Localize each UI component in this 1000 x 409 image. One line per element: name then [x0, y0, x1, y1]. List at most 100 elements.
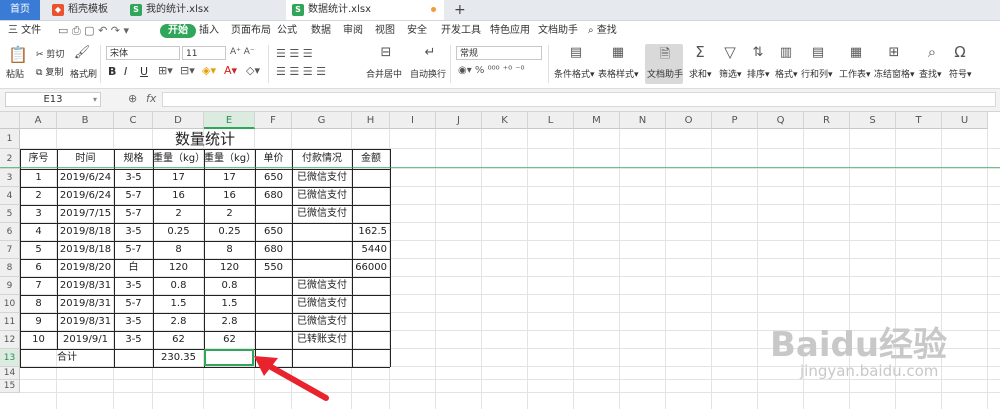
data-cell[interactable]: 3-5	[114, 331, 153, 349]
data-cell[interactable]: 2	[153, 205, 204, 223]
menu-doc-assistant[interactable]: 文档助手	[538, 21, 578, 41]
data-cell[interactable]: 0.8	[204, 277, 255, 295]
column-header-U[interactable]: U	[942, 112, 988, 129]
data-cell[interactable]: 2019/7/15	[57, 205, 114, 223]
column-header-S[interactable]: S	[850, 112, 896, 129]
column-header-L[interactable]: L	[528, 112, 574, 129]
row-header-1[interactable]: 1	[0, 129, 20, 149]
row-header-6[interactable]: 6	[0, 223, 20, 241]
number-format-icons[interactable]: ◉▾ % ⁰⁰⁰ ⁺⁰ ⁻⁰	[458, 65, 525, 76]
row-header-7[interactable]: 7	[0, 241, 20, 259]
data-cell[interactable]: 162.5	[352, 223, 390, 241]
format-painter-icon[interactable]: 🖌	[72, 45, 92, 60]
data-cell[interactable]: 1.5	[153, 295, 204, 313]
column-header-I[interactable]: I	[390, 112, 436, 129]
zoom-icon[interactable]: ⊕	[128, 92, 137, 105]
row-header-15[interactable]: 15	[0, 380, 20, 393]
data-cell[interactable]: 3	[20, 205, 57, 223]
select-all-corner[interactable]	[0, 112, 20, 129]
format-button[interactable]: 格式▾	[775, 67, 798, 80]
data-cell[interactable]: 680	[255, 241, 292, 259]
column-header-N[interactable]: N	[620, 112, 666, 129]
header-cell[interactable]: 规格	[114, 149, 153, 169]
column-header-A[interactable]: A	[20, 112, 57, 129]
clear-format-icon[interactable]: ◇▾	[246, 64, 260, 77]
formula-input[interactable]	[162, 92, 996, 107]
column-header-E[interactable]: E	[204, 112, 255, 129]
menu-data[interactable]: 数据	[311, 21, 331, 41]
data-cell[interactable]: 9	[20, 313, 57, 331]
column-header-M[interactable]: M	[574, 112, 620, 129]
align-horizontal-icons[interactable]: ☰ ☰ ☰ ☰	[276, 65, 326, 78]
tab-data-stats[interactable]: S 数据统计.xlsx	[286, 0, 444, 20]
tab-my-stats[interactable]: S 我的统计.xlsx	[124, 0, 284, 20]
table-style-icon[interactable]: ▦	[608, 45, 628, 60]
menu-view[interactable]: 视图	[375, 21, 395, 41]
data-cell[interactable]: 2019/9/1	[57, 331, 114, 349]
merge-center-icon[interactable]: ⊟	[376, 45, 396, 60]
tab-docer-templates[interactable]: ◆ 稻壳模板	[46, 0, 124, 20]
data-cell[interactable]: 8	[153, 241, 204, 259]
paste-button[interactable]: 粘贴	[6, 67, 24, 80]
copy-button[interactable]: ⧉ 复制	[36, 65, 63, 78]
data-cell[interactable]: 62	[153, 331, 204, 349]
menu-dev-tools[interactable]: 开发工具	[441, 21, 481, 41]
cond-format-button[interactable]: 条件格式▾	[554, 67, 595, 80]
column-header-P[interactable]: P	[712, 112, 758, 129]
font-grow-shrink-icons[interactable]: A⁺ A⁻	[230, 47, 255, 57]
selected-cell-e13[interactable]	[204, 349, 254, 366]
font-name-select[interactable]: 宋体	[106, 46, 180, 60]
data-cell[interactable]: 3-5	[114, 169, 153, 187]
menu-search[interactable]: ⌕ 查找	[588, 21, 617, 41]
header-cell[interactable]: 序号	[20, 149, 57, 169]
column-header-D[interactable]: D	[153, 112, 204, 129]
tab-home[interactable]: 首页	[0, 0, 40, 20]
data-cell[interactable]: 16	[204, 187, 255, 205]
header-cell[interactable]: 金额	[352, 149, 390, 169]
data-cell[interactable]: 2019/8/31	[57, 277, 114, 295]
column-header-C[interactable]: C	[114, 112, 153, 129]
row-col-button[interactable]: 行和列▾	[801, 67, 833, 80]
data-cell[interactable]: 8	[204, 241, 255, 259]
number-format-select[interactable]: 常规	[456, 46, 542, 60]
header-cell[interactable]: 付款情况	[292, 149, 352, 169]
data-cell[interactable]: 已微信支付	[292, 205, 352, 223]
menu-home[interactable]: 开始	[160, 24, 196, 38]
name-box[interactable]: E13 ▾	[5, 92, 101, 107]
find-button[interactable]: 查找▾	[919, 67, 942, 80]
font-color-icon[interactable]: A▾	[224, 64, 237, 77]
data-cell[interactable]: 2.8	[204, 313, 255, 331]
data-cell[interactable]: 62	[204, 331, 255, 349]
menu-special-apps[interactable]: 特色应用	[490, 21, 530, 41]
menu-security[interactable]: 安全	[407, 21, 427, 41]
data-cell[interactable]: 2	[204, 205, 255, 223]
fill-color-icon[interactable]: ◈▾	[202, 64, 216, 77]
data-cell[interactable]: 2019/8/20	[57, 259, 114, 277]
row-header-8[interactable]: 8	[0, 259, 20, 277]
spreadsheet-grid[interactable]: ABCDEFGHIJKLMNOPQRSTU 1 2 3 4 5 6 7 8 9 10 11 12 13 1…	[0, 112, 1000, 409]
filter-icon[interactable]: ▽	[720, 43, 740, 61]
worksheet-icon[interactable]: ▦	[846, 45, 866, 60]
data-cell[interactable]: 2.8	[153, 313, 204, 331]
menu-file[interactable]: 三 文件	[8, 21, 41, 41]
merge-center-button[interactable]: 合并居中	[366, 67, 402, 80]
data-cell[interactable]: 5-7	[114, 295, 153, 313]
freeze-icon[interactable]: ⊞	[884, 45, 904, 60]
header-cell[interactable]: 单价	[255, 149, 292, 169]
quick-access-icons[interactable]: ▭ ⎙ ▢ ↶ ↷ ▾	[58, 21, 129, 41]
data-cell[interactable]: 2019/8/31	[57, 313, 114, 331]
data-cell[interactable]: 6	[20, 259, 57, 277]
sum-button[interactable]: 求和▾	[689, 67, 712, 80]
header-cell[interactable]: 重量（kg）	[153, 149, 204, 169]
row-header-10[interactable]: 10	[0, 295, 20, 313]
menu-insert[interactable]: 插入	[199, 21, 219, 41]
table-style-button[interactable]: 表格样式▾	[598, 67, 639, 80]
total-value-cell[interactable]: 230.35	[153, 349, 204, 367]
data-cell[interactable]: 1	[20, 169, 57, 187]
underline-button[interactable]: U	[140, 65, 148, 78]
row-header-12[interactable]: 12	[0, 331, 20, 349]
data-cell[interactable]: 550	[255, 259, 292, 277]
column-header-Q[interactable]: Q	[758, 112, 804, 129]
data-cell[interactable]: 66000	[352, 259, 390, 277]
find-icon[interactable]: ⌕	[922, 43, 942, 61]
